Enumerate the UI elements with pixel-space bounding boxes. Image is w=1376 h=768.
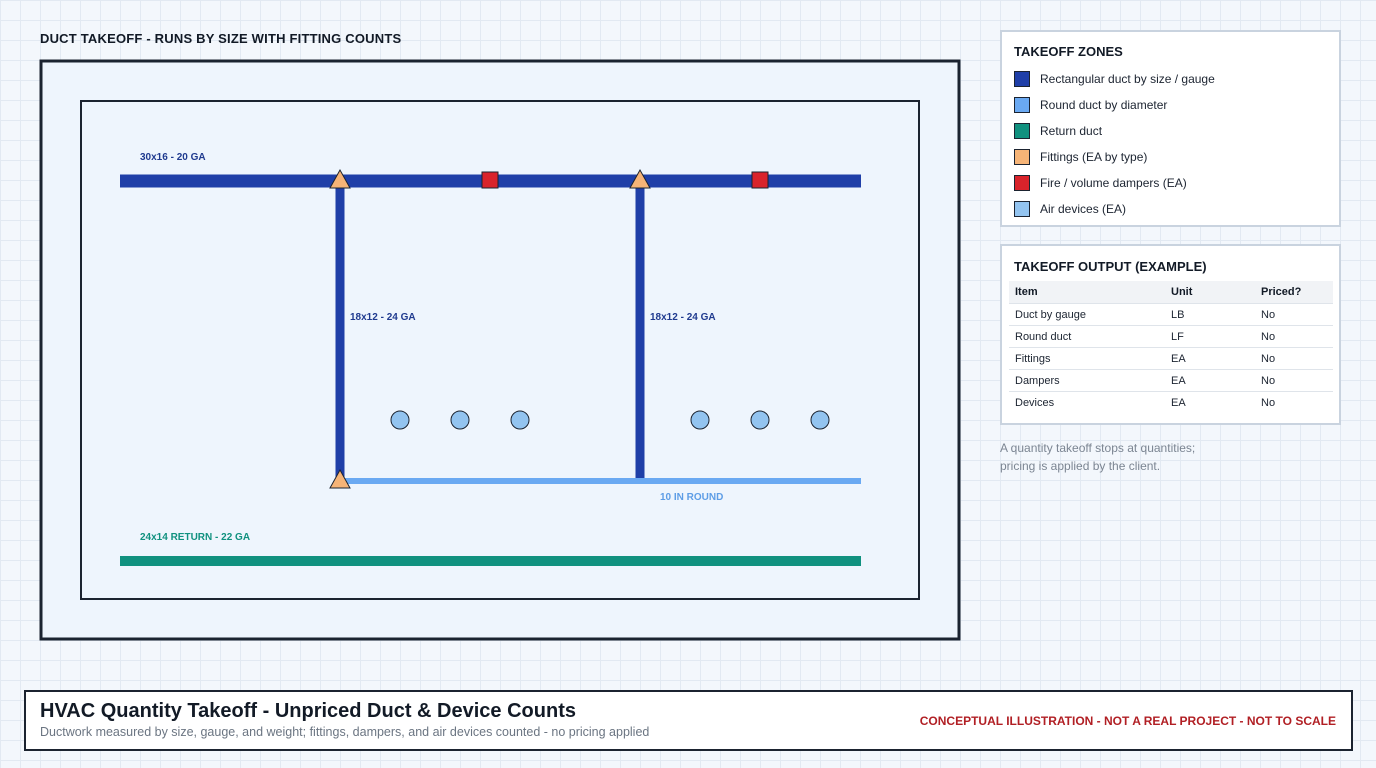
table-row: Dampers EA No — [1009, 369, 1333, 392]
legend-label: Round duct by diameter — [1040, 98, 1168, 112]
table-row: Devices EA No — [1009, 391, 1333, 413]
takeoff-note: A quantity takeoff stops at quantities; … — [1000, 439, 1260, 475]
legend-label: Rectangular duct by size / gauge — [1040, 72, 1215, 86]
table-cell: Dampers — [1009, 369, 1165, 392]
note-line: A quantity takeoff stops at quantities; — [1000, 441, 1196, 455]
legend-item: Return duct — [1014, 122, 1102, 140]
table-cell: LB — [1165, 303, 1255, 326]
legend-label: Fire / volume dampers (EA) — [1040, 176, 1187, 190]
legend-swatch — [1014, 175, 1030, 191]
table-cell: No — [1255, 347, 1333, 370]
air-device — [750, 410, 770, 430]
table-row: Duct by gauge LB No — [1009, 303, 1333, 326]
table-cell: Duct by gauge — [1009, 303, 1165, 326]
supply-main-label: 30x16 - 20 GA — [140, 152, 206, 163]
legend-item: Air devices (EA) — [1014, 200, 1126, 218]
round-duct-label: 10 IN ROUND — [660, 492, 723, 503]
table-cell: No — [1255, 303, 1333, 326]
air-device — [690, 410, 710, 430]
column-header: Unit — [1165, 281, 1255, 304]
legend-swatch — [1014, 201, 1030, 217]
legend-item: Round duct by diameter — [1014, 96, 1167, 114]
air-device — [390, 410, 410, 430]
legend-swatch — [1014, 123, 1030, 139]
table-cell: EA — [1165, 347, 1255, 370]
branch-right-label: 18x12 - 24 GA — [650, 312, 716, 323]
legend-item: Fittings (EA by type) — [1014, 148, 1147, 166]
table-header-row: Item Unit Priced? — [1009, 281, 1333, 304]
legend-label: Return duct — [1040, 124, 1103, 138]
table-cell: Round duct — [1009, 325, 1165, 348]
table-cell: No — [1255, 391, 1333, 413]
legend-swatch — [1014, 97, 1030, 113]
table-cell: Devices — [1009, 391, 1165, 413]
column-header: Item — [1009, 281, 1165, 304]
air-device — [510, 410, 530, 430]
page-subtitle: Ductwork measured by size, gauge, and we… — [40, 725, 650, 739]
legend-item: Rectangular duct by size / gauge — [1014, 70, 1215, 88]
legend-swatch — [1014, 71, 1030, 87]
air-device — [810, 410, 830, 430]
return-duct-label: 24x14 RETURN - 22 GA — [140, 532, 250, 543]
legend-label: Fittings (EA by type) — [1040, 150, 1148, 164]
disclaimer-text: CONCEPTUAL ILLUSTRATION - NOT A REAL PRO… — [919, 714, 1336, 728]
table-cell: LF — [1165, 325, 1255, 348]
legend-title: TAKEOFF ZONES — [1014, 44, 1123, 59]
takeoff-output-panel: TAKEOFF OUTPUT (EXAMPLE) Item Unit Price… — [1000, 244, 1341, 425]
legend-swatch — [1014, 149, 1030, 165]
damper — [751, 171, 769, 189]
legend-panel: TAKEOFF ZONES Rectangular duct by size /… — [1000, 30, 1341, 227]
table-cell: EA — [1165, 391, 1255, 413]
column-header: Priced? — [1255, 281, 1333, 304]
title-block: HVAC Quantity Takeoff - Unpriced Duct & … — [24, 690, 1353, 751]
table-cell: No — [1255, 369, 1333, 392]
table-row: Round duct LF No — [1009, 325, 1333, 348]
table-cell: No — [1255, 325, 1333, 348]
air-device — [450, 410, 470, 430]
table-cell: EA — [1165, 369, 1255, 392]
branch-left-label: 18x12 - 24 GA — [350, 312, 416, 323]
table-cell: Fittings — [1009, 347, 1165, 370]
page-title: HVAC Quantity Takeoff - Unpriced Duct & … — [40, 700, 576, 722]
takeoff-output-table: Item Unit Priced? Duct by gauge LB No Ro… — [1009, 281, 1333, 413]
takeoff-output-title: TAKEOFF OUTPUT (EXAMPLE) — [1014, 259, 1207, 274]
table-row: Fittings EA No — [1009, 347, 1333, 370]
note-line: pricing is applied by the client. — [1000, 459, 1161, 473]
duct-plan-drawing: 30x16 - 20 GA 18x12 - 24 GA 18x12 - 24 G… — [39, 59, 961, 641]
damper — [481, 171, 499, 189]
legend-item: Fire / volume dampers (EA) — [1014, 174, 1187, 192]
legend-label: Air devices (EA) — [1040, 202, 1127, 216]
